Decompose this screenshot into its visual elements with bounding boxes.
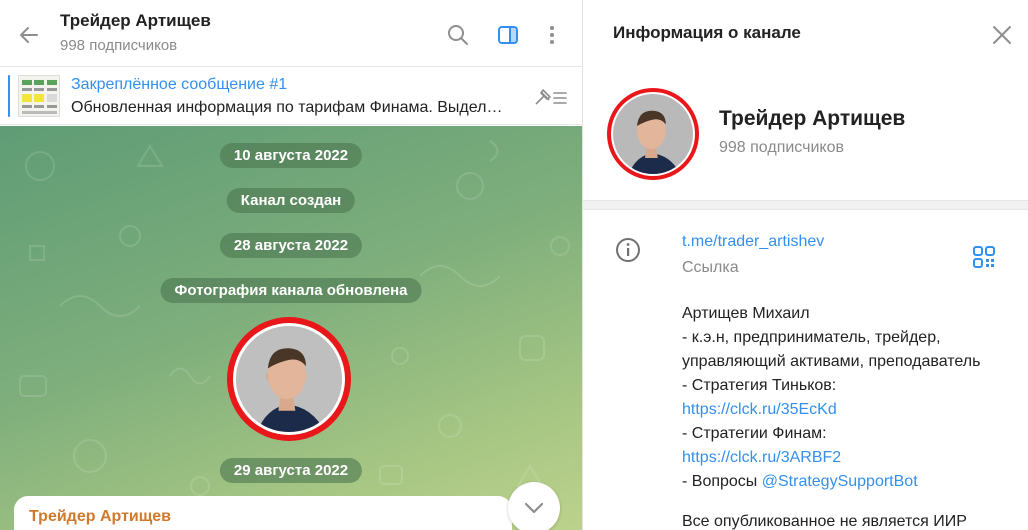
- description-line: - Стратегия Тиньков:: [682, 377, 837, 394]
- chat-subscriber-count: 998 подписчиков: [60, 37, 178, 54]
- more-button[interactable]: [535, 18, 569, 52]
- chat-header: Трейдер Артищев 998 подписчиков: [0, 0, 582, 67]
- description-line: Артищев Михаил: [682, 305, 810, 322]
- date-separator: 29 августа 2022: [219, 458, 363, 483]
- more-vertical-icon: [550, 26, 554, 44]
- date-separator: 28 августа 2022: [219, 233, 363, 258]
- description-line: Все опубликованное не является ИИР: [682, 513, 967, 530]
- description-line: управляющий активами, преподаватель: [682, 353, 981, 370]
- service-message: Канал создан: [226, 188, 356, 213]
- chat-panel: Трейдер Артищев 998 подписчиков Закреплё…: [0, 0, 582, 530]
- section-divider: [583, 200, 1028, 210]
- date-separator: 10 августа 2022: [219, 143, 363, 168]
- scroll-down-button[interactable]: [508, 482, 560, 530]
- description-link[interactable]: https://clck.ru/3ARBF2: [682, 446, 1022, 470]
- channel-subscriber-count: 998 подписчиков: [719, 139, 844, 156]
- description-line: - Вопросы @StrategySupportBot: [682, 470, 1022, 494]
- sidebar-toggle-icon: [498, 26, 518, 44]
- channel-info-panel: Информация о канале Трейдер Артищев 998 …: [582, 0, 1028, 530]
- channel-photo[interactable]: [227, 317, 351, 441]
- pinned-message[interactable]: Закреплённое сообщение #1 Обновленная ин…: [0, 67, 582, 125]
- message-bubble[interactable]: Трейдер Артищев: [14, 496, 512, 530]
- channel-name: Трейдер Артищев: [719, 107, 906, 130]
- channel-link[interactable]: t.me/trader_artishev: [682, 233, 824, 251]
- avatar-image: [613, 94, 693, 174]
- channel-description: Артищев Михаил - к.э.н, предприниматель,…: [682, 302, 1022, 530]
- description-link[interactable]: https://clck.ru/35EcKd: [682, 398, 1022, 422]
- close-button[interactable]: [985, 18, 1019, 52]
- info-panel-title: Информация о канале: [613, 23, 801, 42]
- chat-title[interactable]: Трейдер Артищев: [60, 11, 211, 31]
- service-message: Фотография канала обновлена: [160, 278, 422, 303]
- pinned-title: Закреплённое сообщение #1: [71, 76, 288, 93]
- support-bot-link[interactable]: @StrategySupportBot: [762, 473, 918, 490]
- message-author[interactable]: Трейдер Артищев: [29, 508, 171, 526]
- close-icon: [993, 26, 1011, 44]
- unpin-list-icon[interactable]: [532, 86, 570, 110]
- arrow-left-icon: [20, 27, 38, 43]
- sidebar-toggle-button[interactable]: [491, 18, 525, 52]
- info-circle-icon: [616, 238, 640, 262]
- search-button[interactable]: [441, 18, 475, 52]
- avatar-image: [236, 326, 342, 432]
- link-caption: Ссылка: [682, 259, 739, 276]
- back-button[interactable]: [12, 18, 46, 52]
- description-line: - Стратегии Финам:: [682, 425, 827, 442]
- qr-code-icon[interactable]: [970, 243, 998, 271]
- chevron-down-icon: [524, 502, 544, 514]
- description-text: - Вопросы: [682, 473, 762, 490]
- pinned-thumbnail: [18, 75, 60, 117]
- search-icon: [448, 25, 468, 45]
- pinned-text: Обновленная информация по тарифам Финама…: [71, 99, 511, 116]
- pinned-indicator: [8, 75, 10, 117]
- channel-avatar[interactable]: [607, 88, 699, 180]
- message-list[interactable]: 10 августа 2022 Канал создан 28 августа …: [0, 126, 582, 530]
- description-line: - к.э.н, предприниматель, трейдер,: [682, 329, 941, 346]
